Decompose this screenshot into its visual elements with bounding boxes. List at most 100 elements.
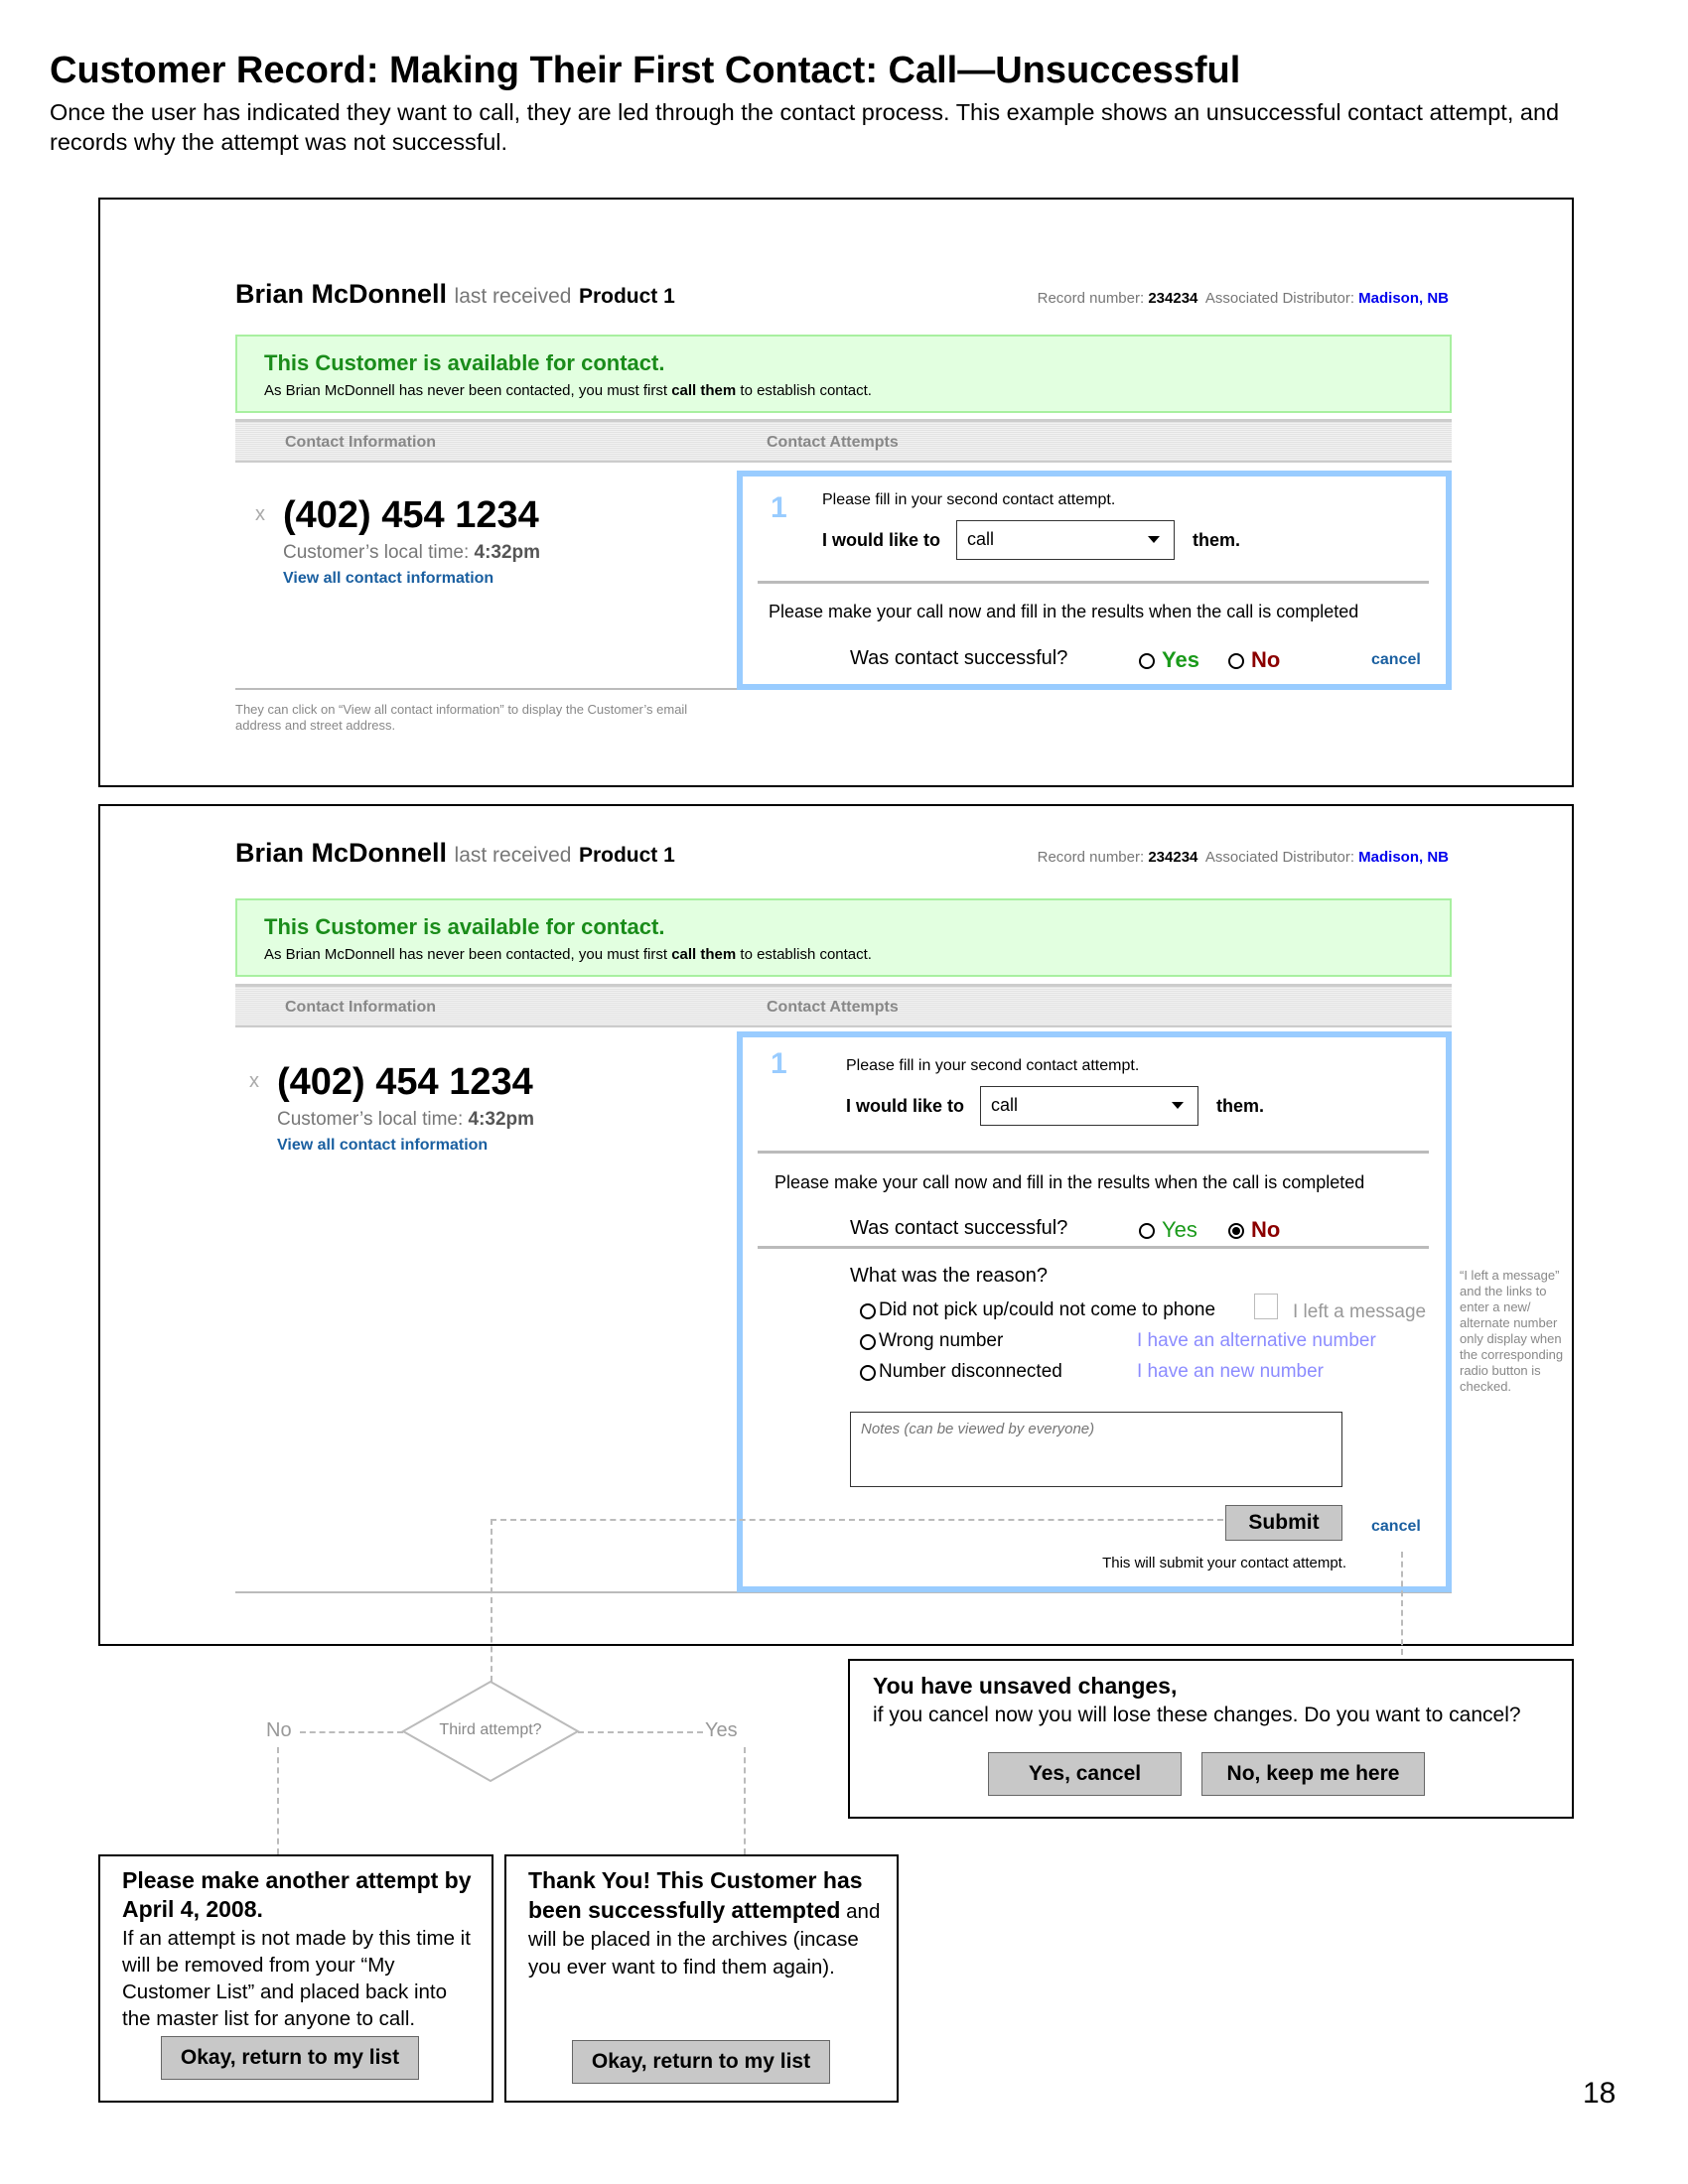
submit-button[interactable]: Submit <box>1225 1505 1342 1541</box>
banner-text: As Brian McDonnell has never been contac… <box>264 382 872 399</box>
divider <box>758 1246 1429 1249</box>
attempt-instruction: Please fill in your second contact attem… <box>822 491 1116 508</box>
would-like-label: I would like to <box>822 530 941 550</box>
tab-contact-information: Contact Information <box>285 434 436 451</box>
customer-name: Brian McDonnell <box>235 279 448 309</box>
flow-connector <box>744 1747 746 1854</box>
thank-you-dialog: Thank You! This Customer has been succes… <box>504 1854 899 2103</box>
radio-reason-disconnected[interactable] <box>860 1365 876 1381</box>
reason-label: Did not pick up/could not come to phone <box>879 1299 1216 1320</box>
flow-connector <box>300 1731 403 1733</box>
banner-title: This Customer is available for contact. <box>264 914 665 939</box>
no-keep-button[interactable]: No, keep me here <box>1201 1752 1425 1796</box>
left-message-checkbox[interactable] <box>1254 1294 1278 1319</box>
section-header: Contact Information Contact Attempts <box>235 419 1452 463</box>
tab-contact-attempts: Contact Attempts <box>767 999 899 1016</box>
notes-textarea[interactable] <box>850 1412 1342 1487</box>
cancel-link[interactable]: cancel <box>1371 651 1421 669</box>
dialog-content: Thank You! This Customer has been succes… <box>528 1866 891 1981</box>
annotation-note: They can click on “View all contact info… <box>235 702 688 733</box>
local-time: Customer’s local time: 4:32pm <box>277 1109 535 1130</box>
yes-label: Yes <box>1162 1217 1197 1242</box>
record-info: Record number: 234234 Associated Distrib… <box>1038 290 1449 307</box>
radio-yes[interactable] <box>1139 1223 1155 1239</box>
success-question: Was contact successful? <box>850 647 1068 669</box>
page-description: Once the user has indicated they want to… <box>50 99 1560 155</box>
attempt-instruction: Please fill in your second contact attem… <box>846 1057 1140 1074</box>
call-now-text: Please make your call now and fill in th… <box>774 1172 1365 1192</box>
radio-no-selected[interactable] <box>1228 1223 1244 1239</box>
distributor-link[interactable]: Madison, NB <box>1358 849 1449 866</box>
page-title: Customer Record: Making Their First Cont… <box>50 50 1241 91</box>
radio-no[interactable] <box>1228 653 1244 669</box>
side-annotation: “I left a message” and the links to ente… <box>1460 1268 1564 1394</box>
them-label: them. <box>1193 530 1241 550</box>
yes-label: Yes <box>1162 647 1199 672</box>
customer-name: Brian McDonnell <box>235 838 448 868</box>
dialog-message: if you cancel now you will lose these ch… <box>873 1704 1521 1726</box>
reason-label: Wrong number <box>879 1330 1004 1351</box>
availability-banner: This Customer is available for contact. … <box>235 335 1452 413</box>
dialog-title: Thank You! This Customer has been succes… <box>528 1867 863 1923</box>
page-number: 18 <box>1583 2077 1617 2110</box>
divider <box>758 1151 1429 1154</box>
view-all-contact-link[interactable]: View all contact information <box>283 570 493 588</box>
customer-header: Brian McDonnell last received Product 1 <box>235 279 675 310</box>
radio-reason-wrong-number[interactable] <box>860 1334 876 1350</box>
step-number: 1 <box>771 1047 787 1080</box>
banner-text: As Brian McDonnell has never been contac… <box>264 946 872 963</box>
radio-reason-no-pickup[interactable] <box>860 1303 876 1319</box>
banner-title: This Customer is available for contact. <box>264 350 665 375</box>
return-to-list-button[interactable]: Okay, return to my list <box>572 2040 830 2084</box>
yes-cancel-button[interactable]: Yes, cancel <box>988 1752 1182 1796</box>
chevron-down-icon <box>1172 1102 1184 1109</box>
contact-attempt-form: 1 Please fill in your second contact att… <box>737 471 1452 690</box>
record-number: 234234 <box>1148 290 1198 307</box>
chevron-down-icon <box>1148 536 1160 543</box>
new-number-link[interactable]: I have an new number <box>1137 1361 1324 1383</box>
flow-connector <box>491 1519 492 1682</box>
reason-question: What was the reason? <box>850 1265 1048 1287</box>
tab-contact-attempts: Contact Attempts <box>767 434 899 451</box>
customer-header: Brian McDonnell last received Product 1 <box>235 838 675 869</box>
success-question: Was contact successful? <box>850 1217 1068 1239</box>
unsaved-changes-dialog: You have unsaved changes, if you cancel … <box>848 1659 1574 1819</box>
flow-connector <box>578 1731 703 1733</box>
no-label: No <box>1251 1217 1281 1242</box>
dialog-message: If an attempt is not made by this time i… <box>122 1927 471 2030</box>
remove-icon[interactable]: x <box>249 1070 259 1093</box>
distributor-label: Associated Distributor: <box>1204 290 1354 307</box>
no-label: No <box>1251 647 1281 672</box>
reason-label: Number disconnected <box>879 1361 1062 1382</box>
local-time: Customer’s local time: 4:32pm <box>283 542 541 563</box>
phone-number: (402) 454 1234 <box>277 1061 533 1103</box>
view-all-contact-link[interactable]: View all contact information <box>277 1137 488 1155</box>
submit-hint: This will submit your contact attempt. <box>1102 1555 1346 1571</box>
section-header: Contact Information Contact Attempts <box>235 984 1452 1027</box>
contact-attempt-form: 1 Please fill in your second contact att… <box>737 1031 1452 1592</box>
record-number-label: Record number: <box>1037 290 1145 307</box>
distributor-link[interactable]: Madison, NB <box>1358 290 1449 307</box>
product-name: Product 1 <box>578 285 675 308</box>
return-to-list-button[interactable]: Okay, return to my list <box>161 2036 419 2080</box>
flow-connector <box>491 1519 1223 1521</box>
contact-method-select[interactable]: call <box>956 520 1175 560</box>
availability-banner: This Customer is available for contact. … <box>235 898 1452 977</box>
record-info: Record number: 234234 Associated Distrib… <box>1037 849 1449 866</box>
last-received-label: last received <box>454 844 572 867</box>
tab-contact-information: Contact Information <box>285 999 436 1016</box>
radio-yes[interactable] <box>1139 653 1155 669</box>
them-label: them. <box>1216 1096 1265 1116</box>
flow-connector <box>1401 1552 1403 1655</box>
cancel-link[interactable]: cancel <box>1371 1518 1421 1536</box>
contact-method-select[interactable]: call <box>980 1086 1198 1126</box>
left-message-label: I left a message <box>1293 1301 1427 1322</box>
alternative-number-link[interactable]: I have an alternative number <box>1137 1330 1376 1352</box>
dialog-title: Please make another attempt by April 4, … <box>122 1867 472 1922</box>
panel-call-prompt: Brian McDonnell last received Product 1 … <box>98 198 1574 787</box>
another-attempt-dialog: Please make another attempt by April 4, … <box>98 1854 493 2103</box>
flow-no-label: No <box>266 1719 292 1741</box>
phone-number: (402) 454 1234 <box>283 494 539 536</box>
remove-icon[interactable]: x <box>255 503 265 526</box>
decision-label: Third attempt? <box>439 1721 542 1738</box>
